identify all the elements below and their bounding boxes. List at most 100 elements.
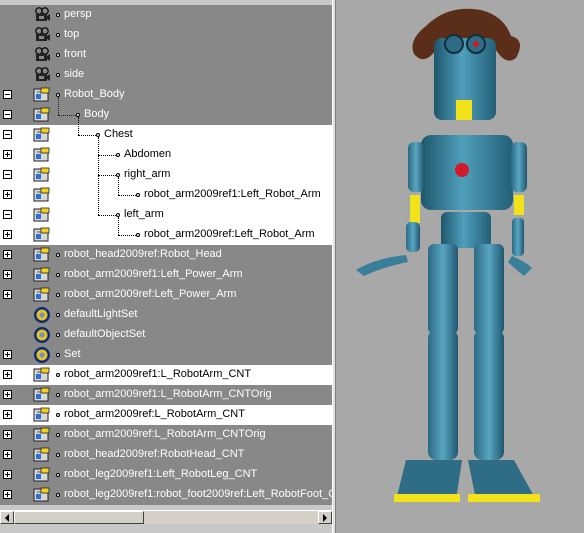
outliner-row[interactable]: robot_leg2009ref1:Left_RobotLeg_CNT — [0, 465, 332, 485]
transform-node-icon — [33, 386, 51, 404]
expand-icon[interactable] — [3, 390, 12, 399]
outliner-row[interactable]: robot_head2009ref:RobotHead_CNT — [0, 445, 332, 465]
hierarchy-line — [58, 97, 59, 115]
hierarchy-node-dot — [56, 353, 60, 357]
hierarchy-node-dot — [56, 373, 60, 377]
outliner-row[interactable]: front — [0, 45, 332, 65]
outliner-row-label: robot_head2009ref:Robot_Head — [64, 248, 222, 260]
hierarchy-line — [118, 177, 119, 195]
expand-icon[interactable] — [3, 250, 12, 259]
transform-node-icon — [33, 226, 51, 244]
collapse-icon[interactable] — [3, 210, 12, 219]
outliner-row-label: robot_arm2009ref1:Left_Robot_Arm — [144, 188, 321, 200]
transform-node-icon — [33, 86, 51, 104]
hierarchy-node-dot — [56, 33, 60, 37]
camera-icon — [33, 6, 51, 24]
expand-icon[interactable] — [3, 350, 12, 359]
camera-icon — [33, 66, 51, 84]
outliner-row[interactable]: right_arm — [0, 137, 332, 185]
outliner-row-label: robot_arm2009ref1:Left_Power_Arm — [64, 268, 243, 280]
hierarchy-node-dot — [136, 193, 140, 197]
outliner-row-label: robot_arm2009ref:L_RobotArm_CNTOrig — [64, 428, 266, 440]
outliner-row[interactable]: robot_arm2009ref:Left_Robot_Arm — [0, 217, 332, 245]
outliner-row-label: defaultObjectSet — [64, 328, 146, 340]
outliner-row[interactable]: Set — [0, 345, 332, 365]
outliner-row[interactable]: robot_arm2009ref1:L_RobotArm_CNTOrig — [0, 385, 332, 405]
outliner-row[interactable]: robot_arm2009ref1:Left_Power_Arm — [0, 265, 332, 285]
outliner-row[interactable]: defaultLightSet — [0, 305, 332, 325]
outliner-row[interactable]: Robot_Body — [0, 85, 332, 105]
outliner-row-label: top — [64, 28, 80, 40]
expand-icon[interactable] — [3, 490, 12, 499]
viewport-3d[interactable] — [336, 0, 584, 533]
outliner-row[interactable]: persp — [0, 5, 332, 25]
outliner-row-label: Chest — [104, 128, 133, 140]
outliner-row-label: Body — [84, 108, 110, 120]
expand-icon[interactable] — [3, 410, 12, 419]
outliner-row-label: robot_arm2009ref1:L_RobotArm_CNT — [64, 368, 252, 380]
expand-icon[interactable] — [3, 450, 12, 459]
hierarchy-line — [118, 217, 119, 235]
scroll-left-arrow-icon[interactable] — [0, 511, 14, 524]
collapse-icon[interactable] — [3, 110, 12, 119]
expand-icon[interactable] — [3, 430, 12, 439]
outliner-row[interactable]: robot_arm2009ref:Left_Power_Arm — [0, 285, 332, 305]
hierarchy-node-dot — [56, 273, 60, 277]
outliner-row[interactable]: robot_arm2009ref:L_RobotArm_CNTOrig — [0, 425, 332, 445]
outliner-row[interactable]: robot_arm2009ref1:Left_Robot_Arm — [0, 177, 332, 205]
hierarchy-node-dot — [56, 313, 60, 317]
expand-icon[interactable] — [3, 370, 12, 379]
robot-chest-light — [455, 163, 469, 177]
transform-node-icon — [33, 446, 51, 464]
expand-icon[interactable] — [3, 270, 12, 279]
collapse-icon[interactable] — [3, 170, 12, 179]
transform-node-icon — [33, 146, 51, 164]
outliner-row-label: robot_arm2009ref1:L_RobotArm_CNTOrig — [64, 388, 272, 400]
hierarchy-node-dot — [56, 473, 60, 477]
transform-node-icon — [33, 266, 51, 284]
collapse-icon[interactable] — [3, 130, 12, 139]
outliner-row-label: robot_arm2009ref:L_RobotArm_CNT — [64, 408, 245, 420]
hierarchy-line — [118, 195, 136, 196]
outliner-row[interactable]: defaultObjectSet — [0, 325, 332, 345]
outliner-row[interactable]: top — [0, 25, 332, 45]
scroll-right-arrow-icon[interactable] — [318, 511, 332, 524]
outliner-row-label: Robot_Body — [64, 88, 125, 100]
outliner-row[interactable]: Abdomen — [0, 137, 332, 165]
expand-icon[interactable] — [3, 230, 12, 239]
outliner-row[interactable]: robot_head2009ref:Robot_Head — [0, 245, 332, 265]
transform-node-icon — [33, 286, 51, 304]
camera-icon — [33, 26, 51, 44]
expand-icon[interactable] — [3, 190, 12, 199]
hierarchy-node-dot — [56, 453, 60, 457]
hierarchy-node-dot — [116, 153, 120, 157]
outliner-row[interactable]: left_arm — [0, 137, 332, 225]
collapse-icon[interactable] — [3, 90, 12, 99]
expand-icon[interactable] — [3, 290, 12, 299]
outliner-row-label: front — [64, 48, 87, 60]
horizontal-scrollbar[interactable] — [0, 510, 332, 524]
transform-node-icon — [33, 366, 51, 384]
outliner-row[interactable]: Chest — [0, 117, 332, 145]
object-set-icon — [33, 326, 51, 344]
outliner-row[interactable]: robot_arm2009ref:L_RobotArm_CNT — [0, 405, 332, 425]
hierarchy-line — [78, 117, 79, 135]
outliner-row-label: robot_head2009ref:RobotHead_CNT — [64, 448, 245, 460]
expand-icon[interactable] — [3, 150, 12, 159]
hierarchy-node-dot — [56, 293, 60, 297]
outliner-row[interactable]: Body — [0, 97, 332, 125]
outliner-list: persp top front side Robot_Body Body Chest Abdo… — [0, 5, 332, 505]
hierarchy-node-dot — [56, 393, 60, 397]
outliner-row-label: right_arm — [124, 168, 171, 180]
outliner-row[interactable]: robot_leg2009ref1:robot_foot2009ref:Left… — [0, 485, 332, 505]
outliner-row-label: robot_arm2009ref:Left_Power_Arm — [64, 288, 237, 300]
outliner-row[interactable]: side — [0, 65, 332, 85]
hierarchy-line — [98, 155, 116, 156]
outliner-row-label: persp — [64, 8, 92, 20]
outliner-row[interactable]: robot_arm2009ref1:L_RobotArm_CNT — [0, 365, 332, 385]
scrollbar-thumb[interactable] — [14, 511, 144, 524]
hierarchy-node-dot — [56, 333, 60, 337]
expand-icon[interactable] — [3, 470, 12, 479]
transform-node-icon — [33, 166, 51, 184]
transform-node-icon — [33, 206, 51, 224]
